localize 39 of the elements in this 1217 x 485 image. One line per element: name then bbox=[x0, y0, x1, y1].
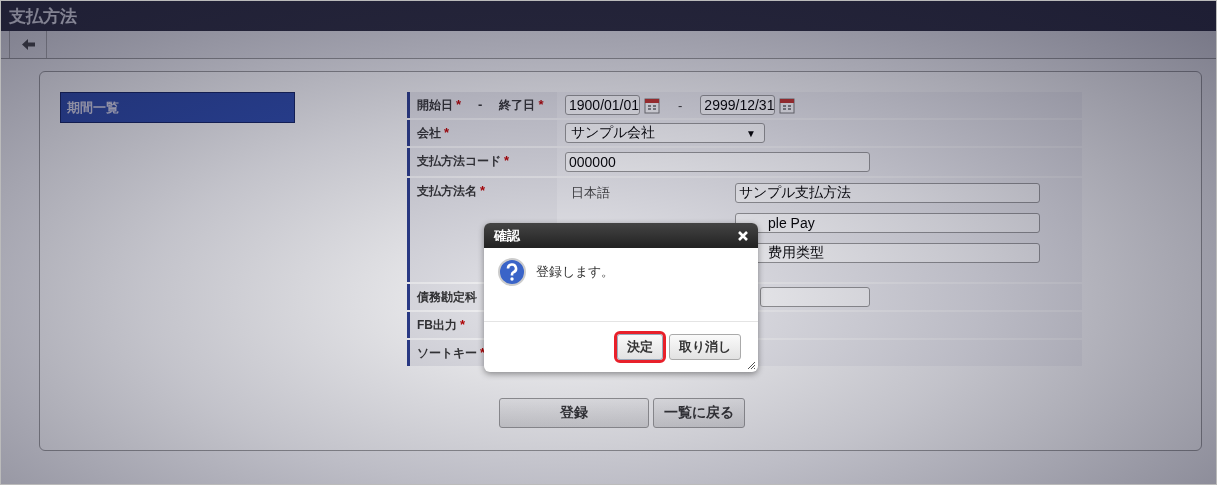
text-field[interactable] bbox=[760, 287, 870, 307]
cancel-button[interactable]: 取り消し bbox=[669, 334, 741, 360]
code-field[interactable]: 000000 bbox=[565, 152, 870, 172]
name-field[interactable]: サンプル支払方法 bbox=[735, 183, 1040, 203]
resize-grip-icon[interactable] bbox=[748, 362, 755, 369]
back-button[interactable] bbox=[9, 31, 47, 58]
required-mark: * bbox=[444, 125, 450, 140]
required-mark: * bbox=[504, 153, 510, 168]
required-mark: * bbox=[456, 97, 462, 112]
label-text: 支払方法名 bbox=[417, 183, 477, 200]
date-field[interactable]: 1900/01/01 bbox=[565, 95, 640, 115]
required-mark: * bbox=[538, 97, 544, 112]
language-label: 日本語 bbox=[570, 184, 611, 202]
label-text: FB出力 bbox=[417, 317, 457, 334]
back-arrow-icon bbox=[21, 39, 35, 50]
close-icon[interactable] bbox=[738, 230, 748, 241]
company-select[interactable]: サンプル会社 ▼ bbox=[565, 123, 765, 143]
calendar-icon[interactable] bbox=[779, 96, 796, 114]
separator-text: - bbox=[478, 97, 483, 112]
label-text: 終了日 bbox=[499, 97, 536, 114]
label-text: 支払方法コード bbox=[417, 153, 501, 170]
required-mark: * bbox=[480, 183, 486, 198]
register-button[interactable]: 登録 bbox=[499, 398, 649, 428]
dialog-title: 確認 bbox=[494, 226, 520, 245]
date-field[interactable]: 2999/12/31 bbox=[700, 95, 776, 115]
question-icon bbox=[498, 258, 526, 286]
back-to-list-button[interactable]: 一覧に戻る bbox=[653, 398, 745, 428]
calendar-icon[interactable] bbox=[644, 96, 660, 114]
dialog-message: 登録します。 bbox=[536, 263, 614, 281]
sidebar-item[interactable]: 期間一覧 bbox=[60, 92, 295, 123]
label-text: ソートキー bbox=[417, 345, 477, 362]
name-field[interactable]: ple Pay bbox=[735, 213, 1040, 233]
required-mark: * bbox=[460, 317, 466, 332]
page-title: 支払方法 bbox=[9, 5, 77, 28]
label-text: 会社 bbox=[417, 125, 441, 142]
confirm-button[interactable]: 決定 bbox=[617, 334, 663, 360]
separator-text: - bbox=[678, 97, 683, 113]
label-text: 債務勘定科 bbox=[417, 289, 477, 306]
label-text: 開始日 bbox=[417, 97, 453, 114]
